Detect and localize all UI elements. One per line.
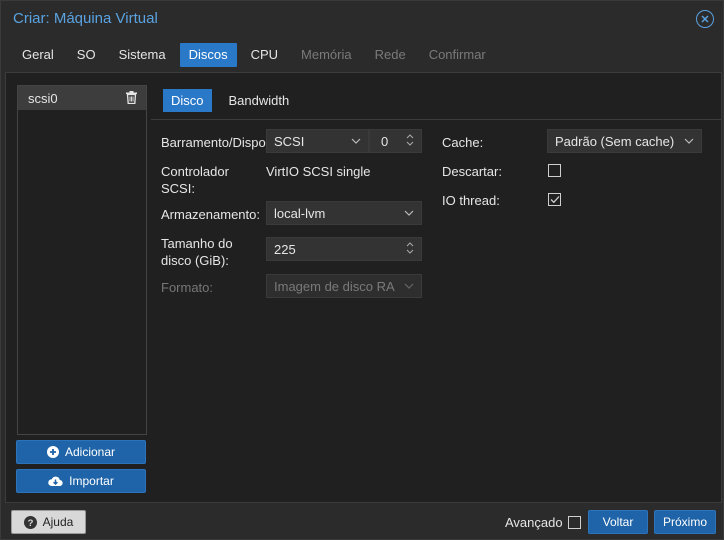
- close-icon: [701, 15, 709, 23]
- chevron-down-icon: [351, 138, 361, 144]
- spinner-arrows-icon[interactable]: [406, 134, 414, 146]
- disk-subtabs: Disco Bandwidth: [163, 89, 306, 112]
- close-button[interactable]: [696, 10, 714, 28]
- import-disk-button[interactable]: Importar: [16, 469, 146, 493]
- help-label: Ajuda: [42, 515, 74, 529]
- controller-label-line2: SCSI:: [161, 181, 195, 196]
- create-vm-dialog: Criar: Máquina Virtual Geral SO Sistema …: [0, 0, 724, 540]
- tab-confirmar: Confirmar: [428, 47, 486, 62]
- storage-label: Armazenamento:: [161, 207, 260, 222]
- next-button[interactable]: Próximo: [654, 510, 716, 534]
- chevron-down-icon: [684, 138, 694, 144]
- tab-so[interactable]: SO: [68, 43, 105, 67]
- chevron-down-icon: [404, 210, 414, 216]
- device-number-stepper[interactable]: 0: [369, 129, 422, 153]
- plus-circle-icon: [46, 446, 59, 458]
- cloud-download-icon: [48, 476, 63, 487]
- cache-label: Cache:: [442, 135, 484, 150]
- disk-list-item[interactable]: scsi0: [18, 86, 146, 110]
- bus-value: SCSI: [274, 133, 305, 149]
- tab-rede: Rede: [374, 47, 406, 62]
- disks-panel: scsi0 Adicionar Importar Disco Bandwidth…: [5, 72, 722, 503]
- size-label-line1: Tamanho do: [161, 236, 233, 251]
- help-button[interactable]: ? Ajuda: [11, 510, 86, 534]
- add-disk-label: Adicionar: [64, 445, 116, 459]
- discard-checkbox[interactable]: [548, 164, 561, 177]
- bus-label: Barramento/Dispo: [161, 135, 266, 150]
- size-label-line2: disco (GiB):: [161, 253, 229, 268]
- wizard-tabs: Geral SO Sistema Discos CPU Memória Rede…: [13, 43, 500, 67]
- format-select: Imagem de disco RA: [266, 274, 422, 298]
- tab-discos[interactable]: Discos: [179, 43, 237, 67]
- device-number-value: 0: [381, 133, 389, 149]
- controller-value: VirtIO SCSI single: [266, 164, 371, 179]
- disk-item-label: scsi0: [28, 90, 58, 106]
- tab-geral[interactable]: Geral: [13, 43, 63, 67]
- subtab-bandwidth[interactable]: Bandwidth: [221, 89, 298, 112]
- dialog-titlebar: Criar: Máquina Virtual: [1, 1, 723, 37]
- chevron-down-icon: [404, 283, 414, 289]
- subtab-divider: [151, 119, 722, 120]
- dialog-title: Criar: Máquina Virtual: [13, 10, 158, 27]
- disk-size-stepper[interactable]: 225: [266, 237, 422, 261]
- advanced-label: Avançado: [505, 515, 563, 530]
- checkmark-icon: [550, 196, 559, 204]
- discard-label: Descartar:: [442, 164, 502, 179]
- tab-sistema[interactable]: Sistema: [110, 43, 175, 67]
- disk-list: scsi0: [17, 85, 147, 435]
- controller-label-line1: Controlador: [161, 164, 229, 179]
- tab-memoria: Memória: [301, 47, 352, 62]
- question-circle-icon: ?: [23, 515, 37, 529]
- format-label: Formato:: [161, 280, 214, 295]
- import-disk-label: Importar: [69, 474, 114, 488]
- iothread-label: IO thread:: [442, 193, 500, 208]
- back-button[interactable]: Voltar: [588, 510, 648, 534]
- subtab-disco[interactable]: Disco: [163, 89, 212, 112]
- iothread-checkbox[interactable]: [548, 193, 561, 206]
- trash-icon[interactable]: [126, 91, 137, 107]
- add-disk-button[interactable]: Adicionar: [16, 440, 146, 464]
- spinner-arrows-icon[interactable]: [406, 242, 414, 254]
- cache-value: Padrão (Sem cache): [555, 133, 675, 149]
- svg-text:?: ?: [27, 518, 33, 529]
- disk-size-value: 225: [274, 241, 296, 257]
- bus-select[interactable]: SCSI: [266, 129, 369, 153]
- storage-select[interactable]: local-lvm: [266, 201, 422, 225]
- cache-select[interactable]: Padrão (Sem cache): [547, 129, 702, 153]
- tab-cpu[interactable]: CPU: [242, 43, 287, 67]
- advanced-checkbox[interactable]: [568, 516, 581, 529]
- format-value: Imagem de disco RA: [274, 278, 395, 294]
- storage-value: local-lvm: [274, 205, 326, 221]
- dialog-footer: ? Ajuda Avançado Voltar Próximo: [1, 504, 723, 540]
